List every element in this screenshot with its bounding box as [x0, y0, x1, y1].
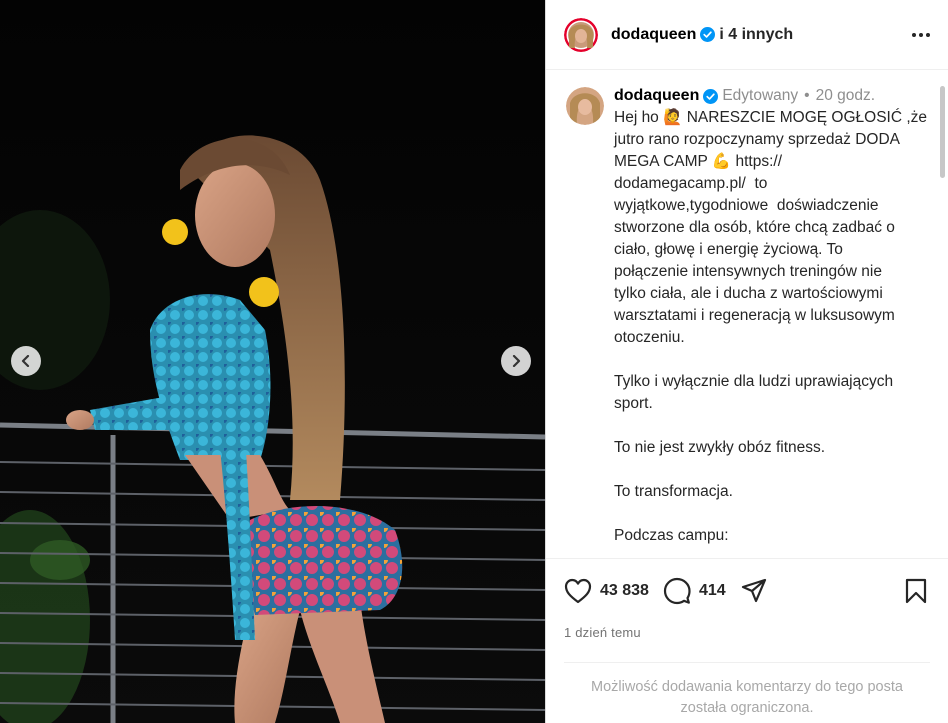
posted-ago[interactable]: 1 dzień temu [564, 625, 930, 640]
likes-count[interactable]: 43 838 [600, 582, 649, 600]
caption-line[interactable]: MEGA CAMP 💪 https:// [614, 151, 928, 173]
comments-count[interactable]: 414 [699, 582, 726, 600]
caption-section: dodaqueen Edytowany • 20 godz. Hej ho 🙋 … [546, 71, 948, 558]
comments-disabled-notice: Możliwość dodawania komentarzy do tego p… [564, 662, 930, 719]
comments-disabled-line2: została ograniczona. [680, 700, 814, 716]
heart-icon[interactable] [564, 577, 592, 605]
verified-badge-icon [703, 88, 719, 104]
caption-line [614, 415, 928, 437]
caption-line: tylko ciała, ale i ducha z wartościowymi [614, 285, 883, 302]
paper-plane-icon[interactable] [740, 577, 768, 605]
post-photo [0, 0, 545, 723]
verified-badge-icon [700, 27, 716, 42]
caption-line: wyjątkowe,tygodniowe doświadczenie [614, 197, 879, 214]
carousel-prev-button[interactable] [11, 346, 41, 376]
caption-line: jutro rano rozpoczynamy sprzedaż DODA [614, 131, 901, 148]
instagram-post-view: dodaqueen i 4 innych dodaqueen Edytowany… [0, 0, 948, 723]
caption-line: warsztatami i regeneracją w luksusowym [614, 307, 895, 324]
comment-bubble-icon[interactable] [663, 577, 691, 605]
caption-line [614, 459, 928, 481]
edited-label: Edytowany [722, 87, 799, 104]
carousel-next-button[interactable] [501, 346, 531, 376]
chevron-left-icon [21, 355, 30, 367]
caption-line: stworzone dla osób, które chcą zadbać o [614, 219, 895, 236]
author-avatar[interactable] [564, 17, 598, 52]
caption-line: sport. [614, 395, 653, 412]
comments-disabled-line1: Możliwość dodawania komentarzy do tego p… [591, 679, 903, 695]
bookmark-icon[interactable] [902, 577, 930, 605]
caption-line: połączenie intensywnych treningów nie [614, 263, 882, 280]
caption-scrollbar[interactable] [940, 86, 945, 178]
post-details-panel: dodaqueen i 4 innych dodaqueen Edytowany… [545, 0, 948, 723]
chevron-right-icon [512, 355, 521, 367]
caption-author-avatar[interactable] [566, 87, 604, 125]
caption-line: To nie jest zwykły obóz fitness. [614, 439, 826, 456]
post-actions: 43 838 414 1 dzień temu [546, 558, 948, 640]
caption-line [614, 503, 928, 525]
caption-author-username[interactable]: dodaqueen [614, 85, 699, 107]
caption-line: ciało, głowę i energię życiową. To [614, 241, 843, 258]
caption-line[interactable]: dodamegacamp.pl/ to [614, 173, 928, 195]
caption-text: Hej ho 🙋 NARESZCIE MOGĘ OGŁOSIĆ ,że jutro… [614, 107, 928, 547]
post-time: 20 godz. [815, 87, 876, 104]
caption-line: otoczeniu. [614, 329, 685, 346]
separator-dot: • [804, 87, 810, 104]
more-options-icon[interactable] [910, 27, 932, 43]
caption-line [614, 349, 928, 371]
caption-line: To transformacja. [614, 483, 733, 500]
caption-line: Hej ho 🙋 NARESZCIE MOGĘ OGŁOSIĆ ,że [614, 109, 928, 126]
author-username[interactable]: dodaqueen [611, 26, 696, 44]
caption-line: Podczas campu: [614, 527, 729, 544]
post-media-carousel[interactable] [0, 0, 545, 723]
caption-line: Tylko i wyłącznie dla ludzi uprawiającyc… [614, 373, 894, 390]
coauthors-link[interactable]: i 4 innych [719, 26, 793, 44]
post-header: dodaqueen i 4 innych [546, 0, 948, 70]
